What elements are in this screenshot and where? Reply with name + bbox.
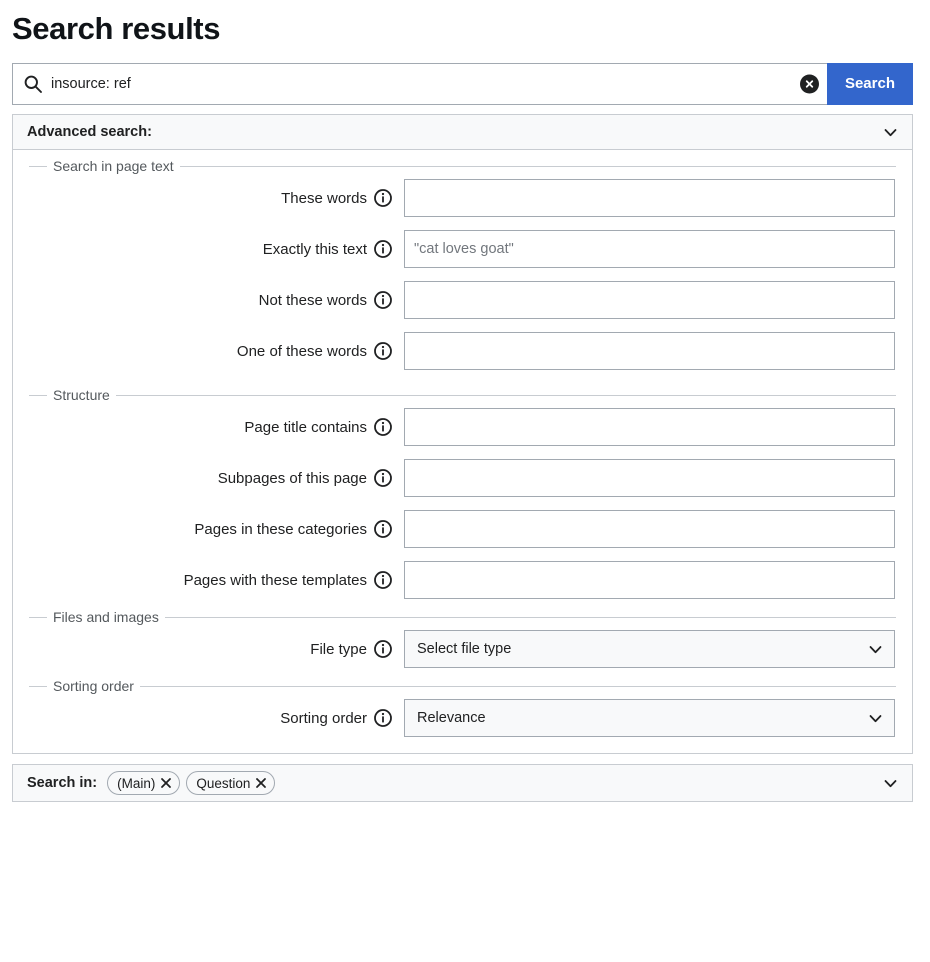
exactly-this-text-input[interactable]: "cat loves goat" bbox=[404, 230, 895, 268]
field-label: Sorting order bbox=[29, 710, 374, 727]
info-icon[interactable] bbox=[374, 342, 392, 360]
close-icon[interactable] bbox=[255, 777, 267, 789]
search-icon bbox=[23, 74, 43, 94]
search-input[interactable]: insource: ref bbox=[12, 63, 827, 105]
info-icon[interactable] bbox=[374, 709, 392, 727]
advanced-search-title: Advanced search: bbox=[27, 124, 882, 140]
namespace-chip[interactable]: (Main) bbox=[107, 771, 180, 795]
input-placeholder: "cat loves goat" bbox=[414, 241, 514, 257]
info-icon[interactable] bbox=[374, 571, 392, 589]
group-sorting-order: Sorting order Sorting order Relevance bbox=[29, 678, 896, 737]
field-subpages-of-this-page: Subpages of this page bbox=[29, 459, 896, 497]
info-icon[interactable] bbox=[374, 291, 392, 309]
select-value: Relevance bbox=[417, 710, 867, 726]
field-pages-with-these-templates: Pages with these templates bbox=[29, 561, 896, 599]
these-words-input[interactable] bbox=[404, 179, 895, 217]
field-not-these-words: Not these words bbox=[29, 281, 896, 319]
one-of-these-words-input[interactable] bbox=[404, 332, 895, 370]
info-icon[interactable] bbox=[374, 418, 392, 436]
namespace-chip[interactable]: Question bbox=[186, 771, 275, 795]
field-label: Subpages of this page bbox=[29, 470, 374, 487]
field-page-title-contains: Page title contains bbox=[29, 408, 896, 446]
search-button[interactable]: Search bbox=[827, 63, 913, 105]
field-file-type: File type Select file type bbox=[29, 630, 896, 668]
field-label: Not these words bbox=[29, 292, 374, 309]
subpages-of-this-page-input[interactable] bbox=[404, 459, 895, 497]
select-value: Select file type bbox=[417, 641, 867, 657]
field-label: File type bbox=[29, 641, 374, 658]
field-label: These words bbox=[29, 190, 374, 207]
field-pages-in-these-categories: Pages in these categories bbox=[29, 510, 896, 548]
group-structure: Structure Page title contains Subpages o… bbox=[29, 387, 896, 599]
info-icon[interactable] bbox=[374, 640, 392, 658]
not-these-words-input[interactable] bbox=[404, 281, 895, 319]
info-icon[interactable] bbox=[374, 469, 392, 487]
search-query-text: insource: ref bbox=[51, 77, 793, 92]
namespace-chip-label: (Main) bbox=[117, 776, 155, 791]
info-icon[interactable] bbox=[374, 189, 392, 207]
field-sorting-order: Sorting order Relevance bbox=[29, 699, 896, 737]
namespace-chip-list: (Main) Question bbox=[107, 771, 882, 795]
search-in-label: Search in: bbox=[27, 775, 97, 791]
group-files-and-images: Files and images File type Select file t… bbox=[29, 609, 896, 668]
file-type-select[interactable]: Select file type bbox=[404, 630, 895, 668]
page-title: Search results bbox=[12, 10, 930, 47]
field-label: Page title contains bbox=[29, 419, 374, 436]
field-these-words: These words bbox=[29, 179, 896, 217]
search-bar: insource: ref Search bbox=[12, 63, 913, 105]
group-legend: Structure bbox=[47, 387, 116, 403]
field-exactly-this-text: Exactly this text "cat loves goat" bbox=[29, 230, 896, 268]
page-title-contains-input[interactable] bbox=[404, 408, 895, 446]
group-legend: Sorting order bbox=[47, 678, 140, 694]
pages-in-these-categories-input[interactable] bbox=[404, 510, 895, 548]
chevron-down-icon bbox=[867, 710, 884, 727]
namespace-chip-label: Question bbox=[196, 776, 250, 791]
chevron-down-icon[interactable] bbox=[882, 775, 899, 792]
pages-with-these-templates-input[interactable] bbox=[404, 561, 895, 599]
close-icon[interactable] bbox=[160, 777, 172, 789]
field-label: Exactly this text bbox=[29, 241, 374, 258]
chevron-down-icon[interactable] bbox=[882, 124, 899, 141]
advanced-search-body: Search in page text These words Exactly … bbox=[13, 150, 912, 753]
info-icon[interactable] bbox=[374, 240, 392, 258]
sorting-order-select[interactable]: Relevance bbox=[404, 699, 895, 737]
group-search-in-page-text: Search in page text These words Exactly … bbox=[29, 158, 896, 370]
field-label: Pages with these templates bbox=[29, 572, 374, 589]
search-in-bar[interactable]: Search in: (Main) Question bbox=[12, 764, 913, 802]
group-legend: Files and images bbox=[47, 609, 165, 625]
field-one-of-these-words: One of these words bbox=[29, 332, 896, 370]
advanced-search-panel: Advanced search: Search in page text The… bbox=[12, 114, 913, 754]
chevron-down-icon bbox=[867, 641, 884, 658]
group-legend: Search in page text bbox=[47, 158, 180, 174]
clear-search-button[interactable] bbox=[800, 75, 819, 94]
field-label: One of these words bbox=[29, 343, 374, 360]
info-icon[interactable] bbox=[374, 520, 392, 538]
field-label: Pages in these categories bbox=[29, 521, 374, 538]
advanced-search-header[interactable]: Advanced search: bbox=[13, 115, 912, 150]
search-results-page: Search results insource: ref Search Adva… bbox=[0, 0, 930, 962]
